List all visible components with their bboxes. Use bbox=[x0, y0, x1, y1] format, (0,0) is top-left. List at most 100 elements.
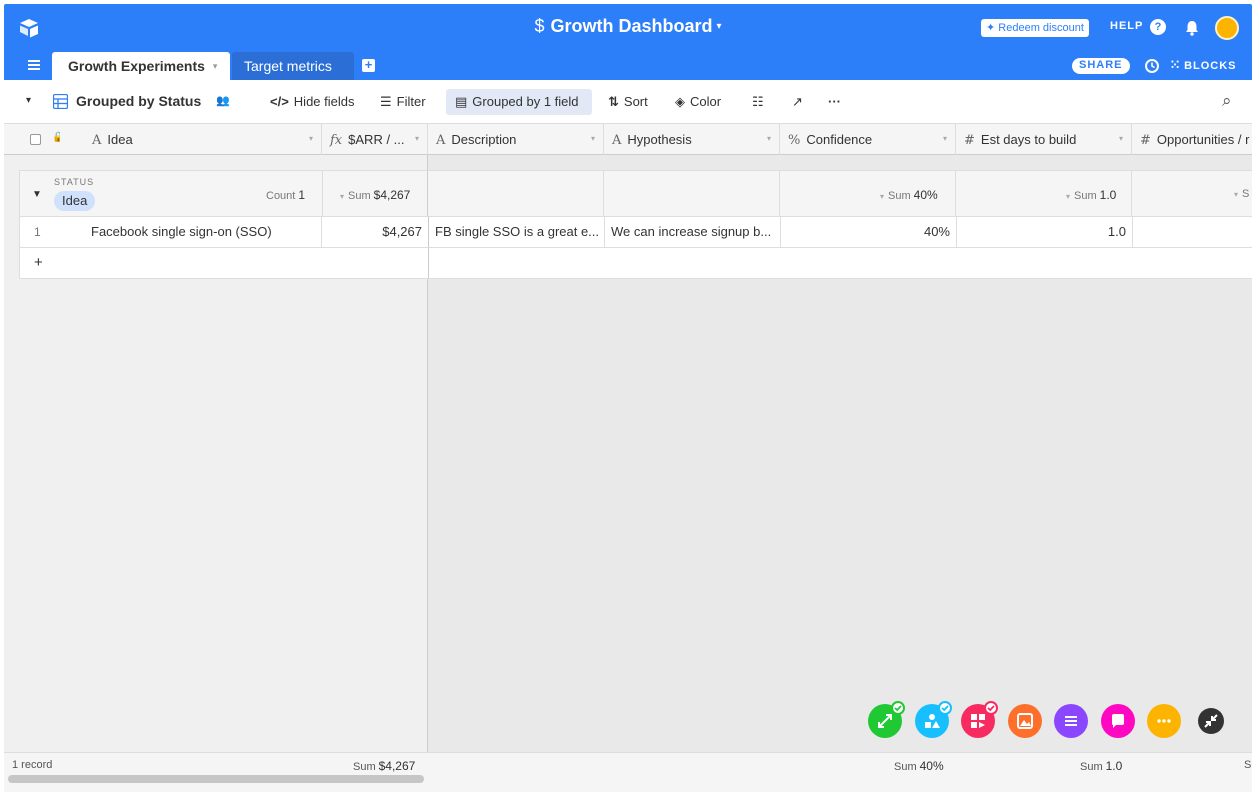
group-value-pill: Idea bbox=[54, 191, 96, 211]
cell-opportunities[interactable] bbox=[1133, 217, 1253, 247]
chevron-down-icon[interactable]: ▾ bbox=[591, 134, 595, 143]
column-header-arr[interactable]: fx $ARR / ... ▾ bbox=[322, 124, 428, 155]
sum-label: Sum bbox=[1074, 190, 1097, 202]
apps-block-button[interactable] bbox=[961, 701, 998, 738]
more-options-icon[interactable]: ··· bbox=[828, 94, 841, 109]
filter-label: Filter bbox=[396, 94, 426, 109]
footer-sum-confidence[interactable]: Sum 40% bbox=[894, 759, 944, 773]
column-header-hypothesis[interactable]: A Hypothesis ▾ bbox=[604, 124, 780, 155]
page-designer-block-icon bbox=[1016, 713, 1033, 729]
group-sum-confidence[interactable]: ▾ Sum 40% bbox=[880, 188, 938, 202]
row-number: 1 bbox=[34, 225, 41, 239]
bell-icon[interactable] bbox=[1183, 19, 1201, 37]
code-icon: </> bbox=[270, 94, 289, 109]
blocks-button[interactable]: ⁙ BLOCKS bbox=[1170, 58, 1237, 72]
more-blocks-button[interactable] bbox=[1147, 704, 1181, 738]
chevron-down-icon[interactable]: ▾ bbox=[309, 134, 313, 143]
sum-value: 1.0 bbox=[1105, 759, 1123, 773]
select-all-checkbox[interactable] bbox=[30, 134, 41, 145]
hide-fields-label: Hide fields bbox=[293, 94, 355, 109]
chat-block-button[interactable] bbox=[1100, 704, 1135, 738]
tab-target-metrics[interactable]: Target metrics bbox=[232, 52, 354, 80]
color-label: Color bbox=[690, 94, 722, 109]
cell-confidence[interactable]: 40% bbox=[781, 217, 957, 247]
lock-icon: 🔒 bbox=[52, 132, 60, 143]
share-view-icon[interactable]: ↗ bbox=[792, 94, 803, 110]
column-header-description[interactable]: A Description ▾ bbox=[428, 124, 604, 155]
cell-hypothesis[interactable]: We can increase signup b... bbox=[605, 217, 781, 247]
group-sum-arr[interactable]: ▾ Sum $4,267 bbox=[340, 188, 410, 202]
history-icon[interactable] bbox=[1144, 58, 1160, 74]
help-label[interactable]: HELP bbox=[1110, 20, 1143, 32]
divider bbox=[428, 248, 429, 278]
redeem-discount-label: Redeem discount bbox=[998, 22, 1084, 34]
cell-idea[interactable]: Facebook single sign-on (SSO) bbox=[85, 217, 322, 247]
share-button[interactable]: SHARE bbox=[1072, 58, 1130, 74]
group-button[interactable]: ▤ Grouped by 1 field bbox=[455, 94, 579, 110]
cell-description[interactable]: FB single SSO is a great e... bbox=[429, 217, 605, 247]
column-header-opportunities[interactable]: # Opportunities / r bbox=[1132, 124, 1252, 155]
help-icon[interactable]: ? bbox=[1150, 19, 1166, 35]
column-header-idea[interactable]: A Idea ▾ bbox=[84, 124, 322, 155]
chevron-down-icon[interactable]: ▾ bbox=[767, 134, 771, 143]
count-value: 1 bbox=[298, 188, 306, 202]
sum-value: 40% bbox=[913, 188, 938, 202]
user-avatar[interactable] bbox=[1215, 16, 1239, 40]
chevron-down-icon: ▾ bbox=[716, 21, 722, 32]
cell-arr[interactable]: $4,267 bbox=[322, 217, 429, 247]
view-switcher-toggle-icon[interactable]: ▾ bbox=[26, 95, 31, 106]
footer-sum-arr[interactable]: Sum $4,267 bbox=[353, 759, 415, 773]
divider bbox=[955, 171, 956, 216]
blocks-icon: ⁙ bbox=[1170, 58, 1182, 72]
chevron-down-icon[interactable]: ▾ bbox=[213, 61, 218, 71]
grid-view-icon bbox=[53, 94, 68, 109]
sum-value: $4,267 bbox=[378, 759, 416, 773]
column-header-confidence[interactable]: % Confidence ▾ bbox=[780, 124, 956, 155]
column-header-est-days[interactable]: # Est days to build ▾ bbox=[956, 124, 1132, 155]
collapse-blocks-button[interactable] bbox=[1197, 708, 1224, 734]
table-row[interactable]: 1 Facebook single sign-on (SSO) $4,267 F… bbox=[19, 217, 1252, 248]
collaborative-view-icon: 👥 bbox=[216, 95, 230, 107]
tab-growth-experiments[interactable]: Growth Experiments ▾ bbox=[52, 52, 230, 80]
sort-label: Sort bbox=[623, 94, 648, 109]
row-height-icon[interactable]: ☷ bbox=[752, 94, 764, 110]
summary-block-button[interactable] bbox=[1054, 704, 1088, 738]
formula-field-icon: fx bbox=[330, 133, 343, 148]
sparkle-icon: ✦ bbox=[986, 22, 996, 34]
footer-sum-est-days[interactable]: Sum 1.0 bbox=[1080, 759, 1122, 773]
search-icon[interactable]: ⌕ bbox=[1222, 91, 1232, 111]
chart-block-button[interactable] bbox=[914, 701, 952, 738]
color-button[interactable]: ◈ Color bbox=[675, 94, 721, 110]
divider bbox=[1131, 171, 1132, 216]
expand-block-button[interactable] bbox=[868, 701, 905, 738]
select-all-cell: 🔒 bbox=[4, 124, 60, 155]
filter-button[interactable]: ☰ Filter bbox=[380, 94, 426, 110]
chevron-down-icon[interactable]: ▾ bbox=[415, 134, 419, 143]
redeem-discount-button[interactable]: ✦ Redeem discount bbox=[981, 19, 1089, 37]
hide-fields-button[interactable]: </> Hide fields bbox=[270, 94, 355, 109]
blocks-label: BLOCKS bbox=[1184, 60, 1237, 72]
group-sum-opportunities[interactable]: ▾ S bbox=[1234, 188, 1249, 200]
divider bbox=[322, 171, 323, 216]
group-count: Count 1 bbox=[266, 188, 305, 202]
cell-est-days[interactable]: 1.0 bbox=[957, 217, 1133, 247]
chevron-down-icon: ▾ bbox=[1066, 192, 1071, 201]
add-record-row[interactable]: + bbox=[19, 248, 1252, 279]
chevron-down-icon: ▾ bbox=[1234, 190, 1239, 199]
chevron-down-icon[interactable]: ▾ bbox=[1119, 134, 1123, 143]
chevron-down-icon[interactable]: ▾ bbox=[943, 134, 947, 143]
hamburger-menu-icon[interactable] bbox=[28, 59, 40, 71]
group-sum-est-days[interactable]: ▾ Sum 1.0 bbox=[1066, 188, 1116, 202]
sort-button[interactable]: ⇅ Sort bbox=[608, 94, 648, 110]
footer-sum-opportunities[interactable]: S bbox=[1244, 759, 1251, 771]
plus-icon[interactable]: + bbox=[34, 254, 43, 271]
collapse-blocks-icon bbox=[1203, 714, 1218, 728]
tab-label: Growth Experiments bbox=[68, 58, 205, 74]
summary-block-icon bbox=[1065, 716, 1077, 726]
page-designer-block-button[interactable] bbox=[1007, 704, 1042, 738]
view-name[interactable]: Grouped by Status bbox=[76, 93, 201, 109]
horizontal-scrollbar[interactable] bbox=[8, 775, 424, 783]
add-table-icon[interactable]: + bbox=[362, 58, 375, 72]
collapse-group-icon[interactable]: ▼ bbox=[32, 189, 42, 200]
divider bbox=[779, 171, 780, 216]
